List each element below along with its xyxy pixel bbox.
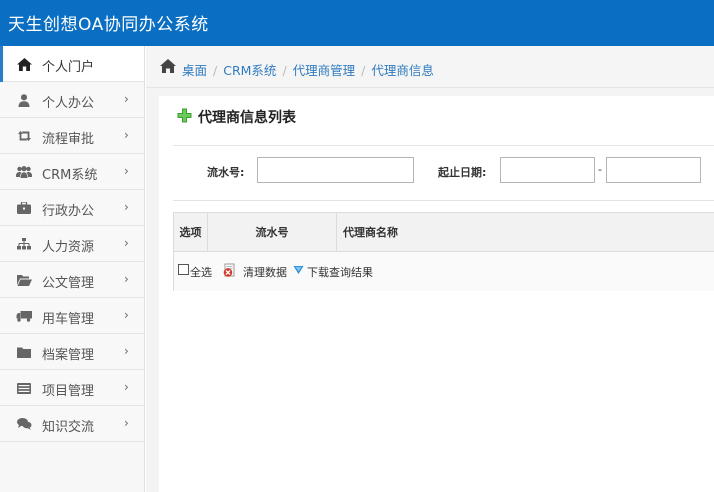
column-header-serial[interactable]: 流水号 bbox=[208, 213, 337, 252]
sidebar-item-project-management[interactable]: 项目管理 › bbox=[0, 370, 144, 406]
breadcrumb-desktop[interactable]: 桌面 bbox=[182, 63, 207, 78]
breadcrumb-separator: / bbox=[361, 63, 366, 78]
breadcrumb-bar: 桌面 / CRM系统 / 代理商管理 / 代理商信息 bbox=[146, 46, 714, 88]
sidebar-item-label: 知识交流 bbox=[42, 420, 95, 435]
breadcrumb-agent-info[interactable]: 代理商信息 bbox=[371, 63, 434, 78]
panel-title: 代理商信息列表 bbox=[177, 107, 296, 127]
chevron-right-icon: › bbox=[124, 128, 129, 142]
plus-icon bbox=[177, 108, 192, 126]
sidebar-item-admin-office[interactable]: 行政办公 › bbox=[0, 190, 144, 226]
data-table: 选项 流水号 代理商名称 全选 清理数据 下载查询结果 bbox=[173, 212, 714, 291]
sidebar-item-label: CRM系统 bbox=[42, 168, 98, 183]
clear-data-button[interactable]: 清理数据 bbox=[243, 264, 287, 280]
sidebar-item-label: 个人门户 bbox=[42, 60, 95, 75]
sidebar-item-label: 流程审批 bbox=[42, 132, 95, 147]
chevron-right-icon: › bbox=[124, 308, 129, 322]
chevron-right-icon: › bbox=[124, 164, 129, 178]
sidebar-item-workflow-approval[interactable]: 流程审批 › bbox=[0, 118, 144, 154]
home-icon bbox=[16, 57, 32, 71]
table-header: 选项 流水号 代理商名称 bbox=[174, 213, 714, 252]
user-icon bbox=[16, 93, 32, 107]
select-all-checkbox[interactable] bbox=[178, 264, 189, 275]
folder-open-icon bbox=[16, 273, 32, 287]
sidebar-item-personal-office[interactable]: 个人办公 › bbox=[0, 82, 144, 118]
sidebar-item-label: 个人办公 bbox=[42, 96, 95, 111]
breadcrumb: 桌面 / CRM系统 / 代理商管理 / 代理商信息 bbox=[182, 60, 434, 79]
retweet-icon bbox=[16, 129, 32, 143]
panel-title-text: 代理商信息列表 bbox=[198, 110, 296, 126]
briefcase-icon bbox=[16, 201, 32, 215]
app-title: 天生创想OA协同办公系统 bbox=[8, 15, 209, 35]
top-header-bar: 天生创想OA协同办公系统 bbox=[0, 0, 714, 46]
table-footer-toolbar: 全选 清理数据 下载查询结果 bbox=[174, 252, 714, 291]
serial-number-label: 流水号: bbox=[207, 166, 245, 179]
end-date-input[interactable] bbox=[606, 157, 701, 183]
clear-data-icon[interactable] bbox=[222, 263, 237, 281]
serial-number-input[interactable] bbox=[257, 157, 414, 183]
sidebar-item-knowledge-exchange[interactable]: 知识交流 › bbox=[0, 406, 144, 442]
sidebar-item-label: 档案管理 bbox=[42, 348, 95, 363]
chevron-right-icon: › bbox=[124, 272, 129, 286]
download-arrow-icon[interactable] bbox=[293, 265, 304, 278]
start-date-input[interactable] bbox=[500, 157, 595, 183]
search-form: 流水号: 起止日期: - bbox=[173, 145, 714, 201]
chevron-right-icon: › bbox=[124, 344, 129, 358]
chevron-right-icon: › bbox=[124, 200, 129, 214]
home-icon[interactable] bbox=[160, 59, 176, 76]
sidebar-item-label: 人力资源 bbox=[42, 240, 95, 255]
chevron-right-icon: › bbox=[124, 92, 129, 106]
folder-icon bbox=[16, 345, 32, 359]
list-icon bbox=[16, 381, 32, 395]
sidebar-item-label: 项目管理 bbox=[42, 384, 95, 399]
group-icon bbox=[16, 165, 32, 179]
sidebar-item-vehicle-management[interactable]: 用车管理 › bbox=[0, 298, 144, 334]
truck-icon bbox=[16, 309, 32, 323]
sidebar-item-label: 公文管理 bbox=[42, 276, 95, 291]
sidebar: 个人门户 个人办公 › 流程审批 › CRM系统 › 行政办公 › 人力资源 › bbox=[0, 46, 145, 492]
breadcrumb-separator: / bbox=[213, 63, 218, 78]
date-range-label: 起止日期: bbox=[438, 166, 487, 179]
breadcrumb-crm-system[interactable]: CRM系统 bbox=[223, 63, 276, 78]
sidebar-item-personal-portal[interactable]: 个人门户 bbox=[0, 46, 144, 82]
comments-icon bbox=[16, 417, 32, 431]
column-header-agent-name[interactable]: 代理商名称 bbox=[337, 213, 714, 252]
column-header-option[interactable]: 选项 bbox=[174, 213, 208, 252]
chevron-right-icon: › bbox=[124, 236, 129, 250]
select-all-label[interactable]: 全选 bbox=[190, 264, 212, 280]
sidebar-item-label: 行政办公 bbox=[42, 204, 95, 219]
chevron-right-icon: › bbox=[124, 416, 129, 430]
date-range-separator: - bbox=[598, 163, 602, 176]
sidebar-item-human-resources[interactable]: 人力资源 › bbox=[0, 226, 144, 262]
sidebar-item-document-management[interactable]: 公文管理 › bbox=[0, 262, 144, 298]
download-results-button[interactable]: 下载查询结果 bbox=[307, 264, 373, 280]
sidebar-item-crm-system[interactable]: CRM系统 › bbox=[0, 154, 144, 190]
chevron-right-icon: › bbox=[124, 380, 129, 394]
sidebar-item-archive-management[interactable]: 档案管理 › bbox=[0, 334, 144, 370]
breadcrumb-agent-management[interactable]: 代理商管理 bbox=[293, 63, 356, 78]
sidebar-item-label: 用车管理 bbox=[42, 312, 95, 327]
breadcrumb-separator: / bbox=[282, 63, 287, 78]
sitemap-icon bbox=[16, 237, 32, 251]
